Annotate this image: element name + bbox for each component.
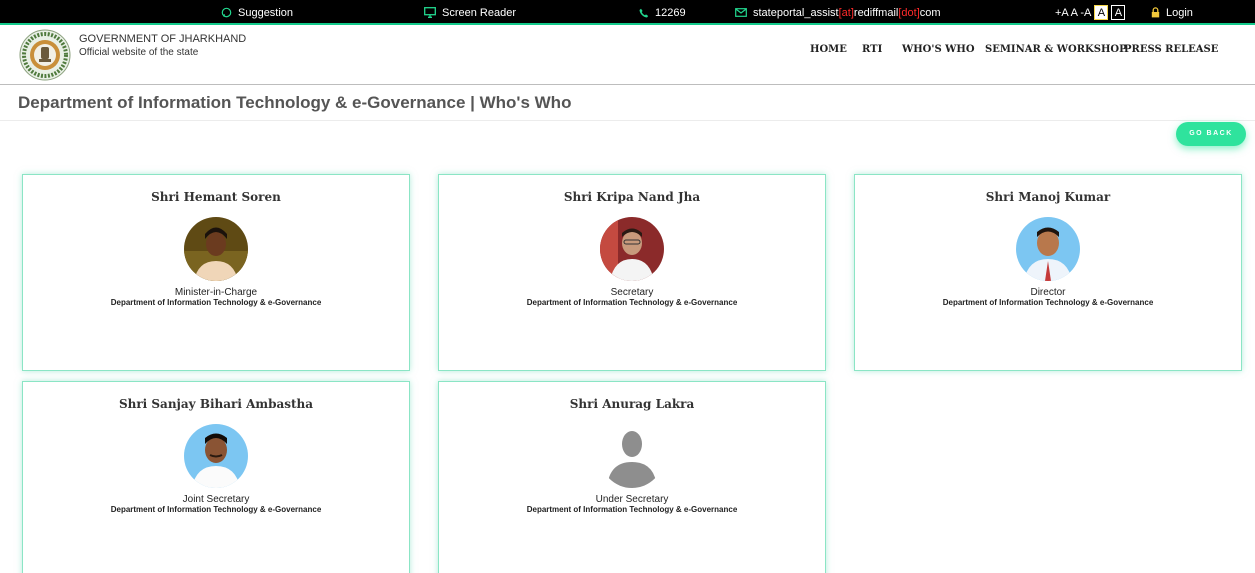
state-emblem-logo[interactable] <box>19 29 71 81</box>
site-header: GOVERNMENT OF JHARKHAND Official website… <box>0 25 1255 85</box>
email-domain: rediffmail <box>853 6 899 19</box>
monitor-icon <box>424 7 436 18</box>
official-department: Department of Information Technology & e… <box>942 298 1154 307</box>
official-card: Shri Kripa Nand Jha Secretary Department… <box>438 174 826 371</box>
official-card: Shri Sanjay Bihari Ambastha Joint Secret… <box>22 381 410 573</box>
email-dot: [dot] <box>898 6 920 19</box>
login-label: Login <box>1166 6 1193 19</box>
official-role: Minister-in-Charge <box>174 287 258 298</box>
official-name: Shri Manoj Kumar <box>985 190 1111 204</box>
official-photo <box>184 217 248 281</box>
nav-press-release[interactable]: PRESS RELEASE <box>1124 44 1218 58</box>
official-name: Shri Kripa Nand Jha <box>563 190 701 204</box>
font-size-controls[interactable]: +A A -A A A <box>1055 5 1126 20</box>
login-link[interactable]: Login <box>1151 5 1193 20</box>
official-card: Shri Manoj Kumar Director Department of … <box>854 174 1242 371</box>
phone-number: 12269 <box>655 6 686 19</box>
org-subtitle: Official website of the state <box>79 47 199 58</box>
dark-contrast-button[interactable]: A <box>1111 5 1126 20</box>
official-department: Department of Information Technology & e… <box>526 298 738 307</box>
official-department: Department of Information Technology & e… <box>110 298 322 307</box>
screen-reader-link[interactable]: Screen Reader <box>424 5 516 20</box>
nav-home[interactable]: HOME <box>810 44 847 58</box>
official-name: Shri Hemant Soren <box>151 190 281 204</box>
screen-reader-label: Screen Reader <box>442 6 516 19</box>
official-department: Department of Information Technology & e… <box>110 505 322 514</box>
official-photo <box>184 424 248 488</box>
org-title: GOVERNMENT OF JHARKHAND <box>79 33 247 45</box>
envelope-icon <box>735 8 747 17</box>
nav-rti[interactable]: RTI <box>862 44 882 58</box>
font-size-buttons[interactable]: +A A -A <box>1055 7 1091 19</box>
official-card: Shri Anurag Lakra Under Secretary Depart… <box>438 381 826 573</box>
phone-link[interactable]: 12269 <box>639 5 686 20</box>
official-role: Secretary <box>610 287 654 298</box>
email-at: [at] <box>838 6 854 19</box>
nav-whos-who[interactable]: WHO'S WHO <box>902 44 975 58</box>
official-name: Shri Sanjay Bihari Ambastha <box>118 397 314 411</box>
official-card: Shri Hemant Soren Minister-in-Charge Dep… <box>22 174 410 371</box>
phone-icon <box>639 8 649 17</box>
email-user: stateportal_assist <box>753 6 839 19</box>
title-divider <box>0 120 1255 121</box>
page-title: Department of Information Technology & e… <box>18 93 572 112</box>
official-role: Director <box>1030 287 1066 298</box>
user-silhouette-icon <box>600 424 664 488</box>
nav-seminar-workshop[interactable]: SEMINAR & WORKSHOP <box>985 44 1127 58</box>
light-contrast-button[interactable]: A <box>1094 5 1109 20</box>
email-tld: com <box>919 6 941 19</box>
official-role: Under Secretary <box>595 494 669 505</box>
official-department: Department of Information Technology & e… <box>526 505 738 514</box>
top-utility-bar: Suggestion Screen Reader 12269 stateport… <box>0 0 1255 25</box>
suggestion-label: Suggestion <box>238 6 294 19</box>
official-role: Joint Secretary <box>182 494 250 505</box>
go-back-button[interactable]: GO BACK <box>1176 122 1246 146</box>
chat-bubble-icon <box>221 7 232 18</box>
official-photo-placeholder <box>600 424 664 488</box>
official-photo <box>600 217 664 281</box>
official-photo <box>1016 217 1080 281</box>
email-link[interactable]: stateportal_assist [at] rediffmail [dot] co… <box>735 5 941 20</box>
official-name: Shri Anurag Lakra <box>569 397 695 411</box>
suggestion-link[interactable]: Suggestion <box>221 5 293 20</box>
lock-icon <box>1151 7 1160 18</box>
